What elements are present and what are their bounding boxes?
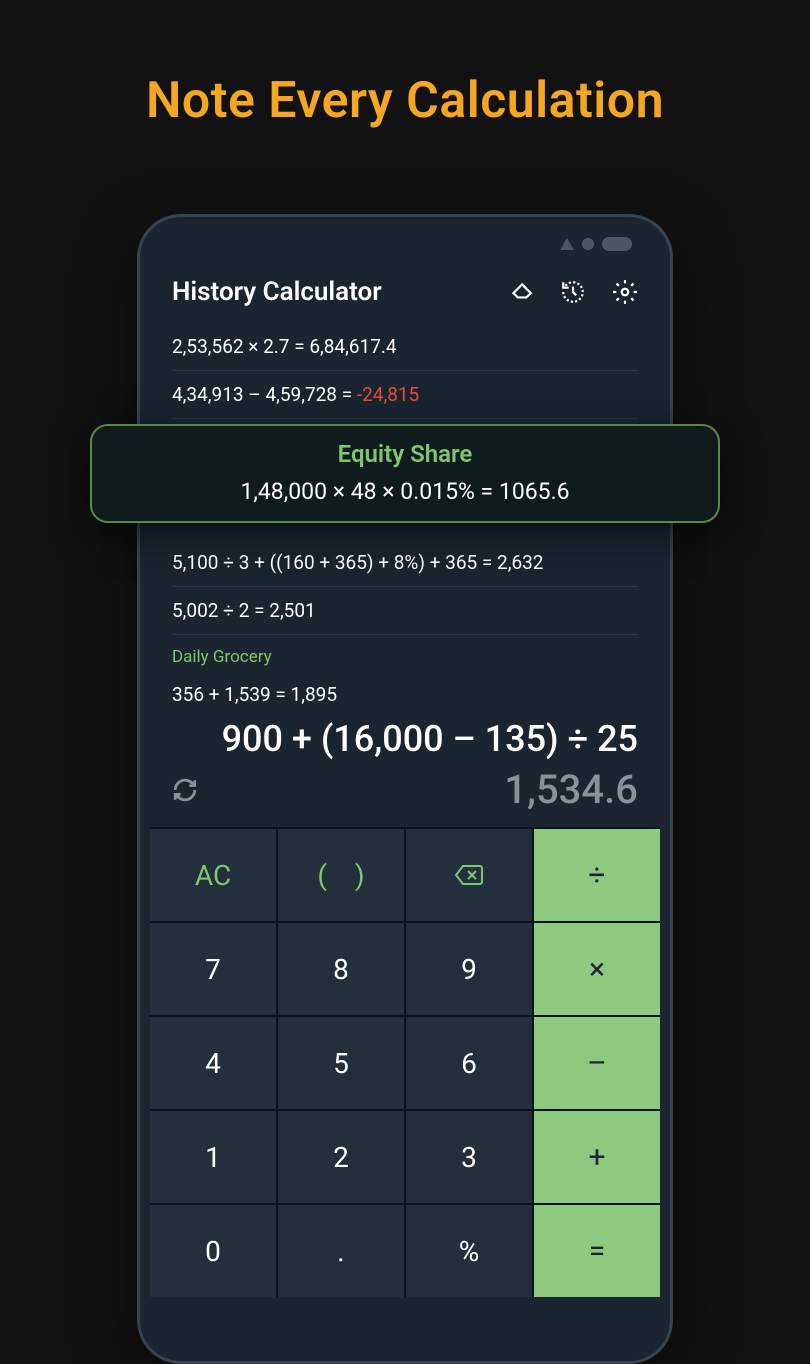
key-decimal[interactable]: .	[278, 1205, 404, 1297]
history-row[interactable]: 356 + 1,539 = 1,895	[172, 671, 638, 718]
key-add[interactable]: +	[534, 1111, 660, 1203]
key-subtract[interactable]: –	[534, 1017, 660, 1109]
key-1[interactable]: 1	[150, 1111, 276, 1203]
signal-icon	[560, 238, 574, 250]
screen: History Calculator 2,53,562 × 2.7 = 6,84…	[150, 227, 660, 1351]
key-percent[interactable]: %	[406, 1205, 532, 1297]
calculation-expression: 1,48,000 × 48 × 0.015% = 1065.6	[116, 478, 694, 505]
key-4[interactable]: 4	[150, 1017, 276, 1109]
headline: Note Every Calculation	[0, 0, 810, 130]
phone-frame: History Calculator 2,53,562 × 2.7 = 6,84…	[137, 214, 673, 1364]
app-bar: History Calculator	[150, 255, 660, 323]
current-result: 1,534.6	[198, 766, 638, 813]
key-6[interactable]: 6	[406, 1017, 532, 1109]
key-multiply[interactable]: ×	[534, 923, 660, 1015]
status-bar	[150, 227, 660, 255]
history-row[interactable]: 2,53,562 × 2.7 = 6,84,617.4	[172, 323, 638, 371]
key-7[interactable]: 7	[150, 923, 276, 1015]
key-8[interactable]: 8	[278, 923, 404, 1015]
key-equals[interactable]: =	[534, 1205, 660, 1297]
eraser-icon[interactable]	[508, 279, 534, 305]
keypad: AC () ÷ 7 8 9 × 4 5 6 – 1 2 3 + 0 . % =	[150, 827, 660, 1297]
history-row[interactable]: 5,002 ÷ 2 = 2,501	[172, 587, 638, 635]
history-icon[interactable]	[560, 279, 586, 305]
current-expression: 900 + (16,000 – 135) ÷ 25	[172, 718, 638, 760]
key-9[interactable]: 9	[406, 923, 532, 1015]
battery-icon	[602, 237, 632, 251]
history-note[interactable]: Daily Grocery	[172, 635, 638, 671]
key-0[interactable]: 0	[150, 1205, 276, 1297]
key-divide[interactable]: ÷	[534, 829, 660, 921]
key-5[interactable]: 5	[278, 1017, 404, 1109]
key-2[interactable]: 2	[278, 1111, 404, 1203]
key-parentheses[interactable]: ()	[278, 829, 404, 921]
key-backspace[interactable]	[406, 829, 532, 921]
highlighted-calculation[interactable]: Equity Share 1,48,000 × 48 × 0.015% = 10…	[90, 424, 720, 523]
app-title: History Calculator	[172, 277, 482, 307]
refresh-icon[interactable]	[172, 777, 198, 803]
negative-value: -24,815	[357, 383, 419, 406]
calculation-note-title: Equity Share	[116, 440, 694, 468]
backspace-icon	[454, 864, 484, 886]
history-row[interactable]: 5,100 ÷ 3 + ((160 + 365) + 8%) + 365 = 2…	[172, 539, 638, 587]
key-3[interactable]: 3	[406, 1111, 532, 1203]
status-dot-icon	[582, 238, 594, 250]
current-calculation: 900 + (16,000 – 135) ÷ 25 1,534.6	[150, 718, 660, 827]
key-ac[interactable]: AC	[150, 829, 276, 921]
history-row[interactable]: 4,34,913 – 4,59,728 = -24,815	[172, 371, 638, 419]
settings-icon[interactable]	[612, 279, 638, 305]
